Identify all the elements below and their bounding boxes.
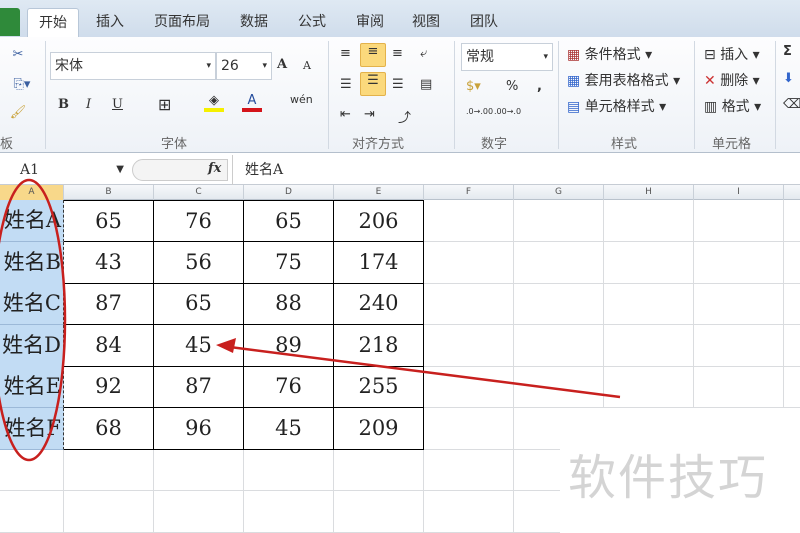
annotation-layer bbox=[0, 178, 621, 462]
arrow-head-icon bbox=[216, 338, 236, 353]
annotation-arrow-line bbox=[221, 344, 621, 399]
highlight-ellipse bbox=[0, 178, 67, 462]
